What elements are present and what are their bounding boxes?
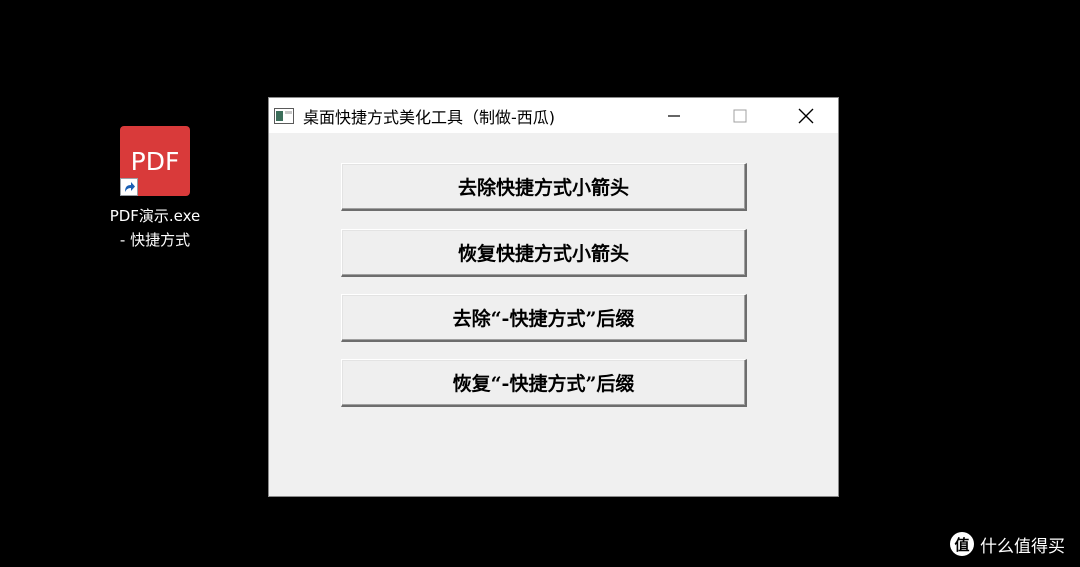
maximize-icon bbox=[733, 109, 747, 122]
remove-shortcut-arrow-button[interactable]: 去除快捷方式小箭头 bbox=[341, 163, 747, 211]
minimize-icon bbox=[668, 114, 680, 117]
maximize-button[interactable] bbox=[717, 98, 763, 133]
pdf-app-icon: PDF bbox=[120, 126, 190, 196]
minimize-button[interactable] bbox=[651, 98, 697, 133]
shortcut-label: PDF演示.exe - 快捷方式 bbox=[100, 204, 210, 252]
watermark-text: 什么值得买 bbox=[980, 536, 1065, 557]
window-app-icon bbox=[274, 107, 294, 124]
shortcut-label-line2: - 快捷方式 bbox=[119, 231, 191, 249]
shortcut-label-line1: PDF演示.exe bbox=[109, 207, 201, 225]
desktop-shortcut-pdf[interactable]: PDF PDF演示.exe - 快捷方式 bbox=[100, 126, 210, 252]
close-button[interactable] bbox=[783, 98, 829, 133]
restore-shortcut-suffix-button[interactable]: 恢复“-快捷方式”后缀 bbox=[341, 359, 747, 407]
app-window: 桌面快捷方式美化工具（制做-西瓜) 去除快捷方式小箭头 恢复快捷方式小箭头 去除… bbox=[268, 97, 839, 497]
close-icon bbox=[798, 108, 814, 123]
shortcut-arrow-icon bbox=[120, 178, 138, 196]
title-bar[interactable]: 桌面快捷方式美化工具（制做-西瓜) bbox=[269, 98, 838, 133]
watermark: 值 什么值得买 bbox=[950, 531, 1065, 557]
watermark-logo-icon: 值 bbox=[950, 532, 974, 556]
restore-shortcut-arrow-button[interactable]: 恢复快捷方式小箭头 bbox=[341, 229, 747, 277]
remove-shortcut-suffix-button[interactable]: 去除“-快捷方式”后缀 bbox=[341, 294, 747, 342]
window-title: 桌面快捷方式美化工具（制做-西瓜) bbox=[303, 107, 556, 127]
